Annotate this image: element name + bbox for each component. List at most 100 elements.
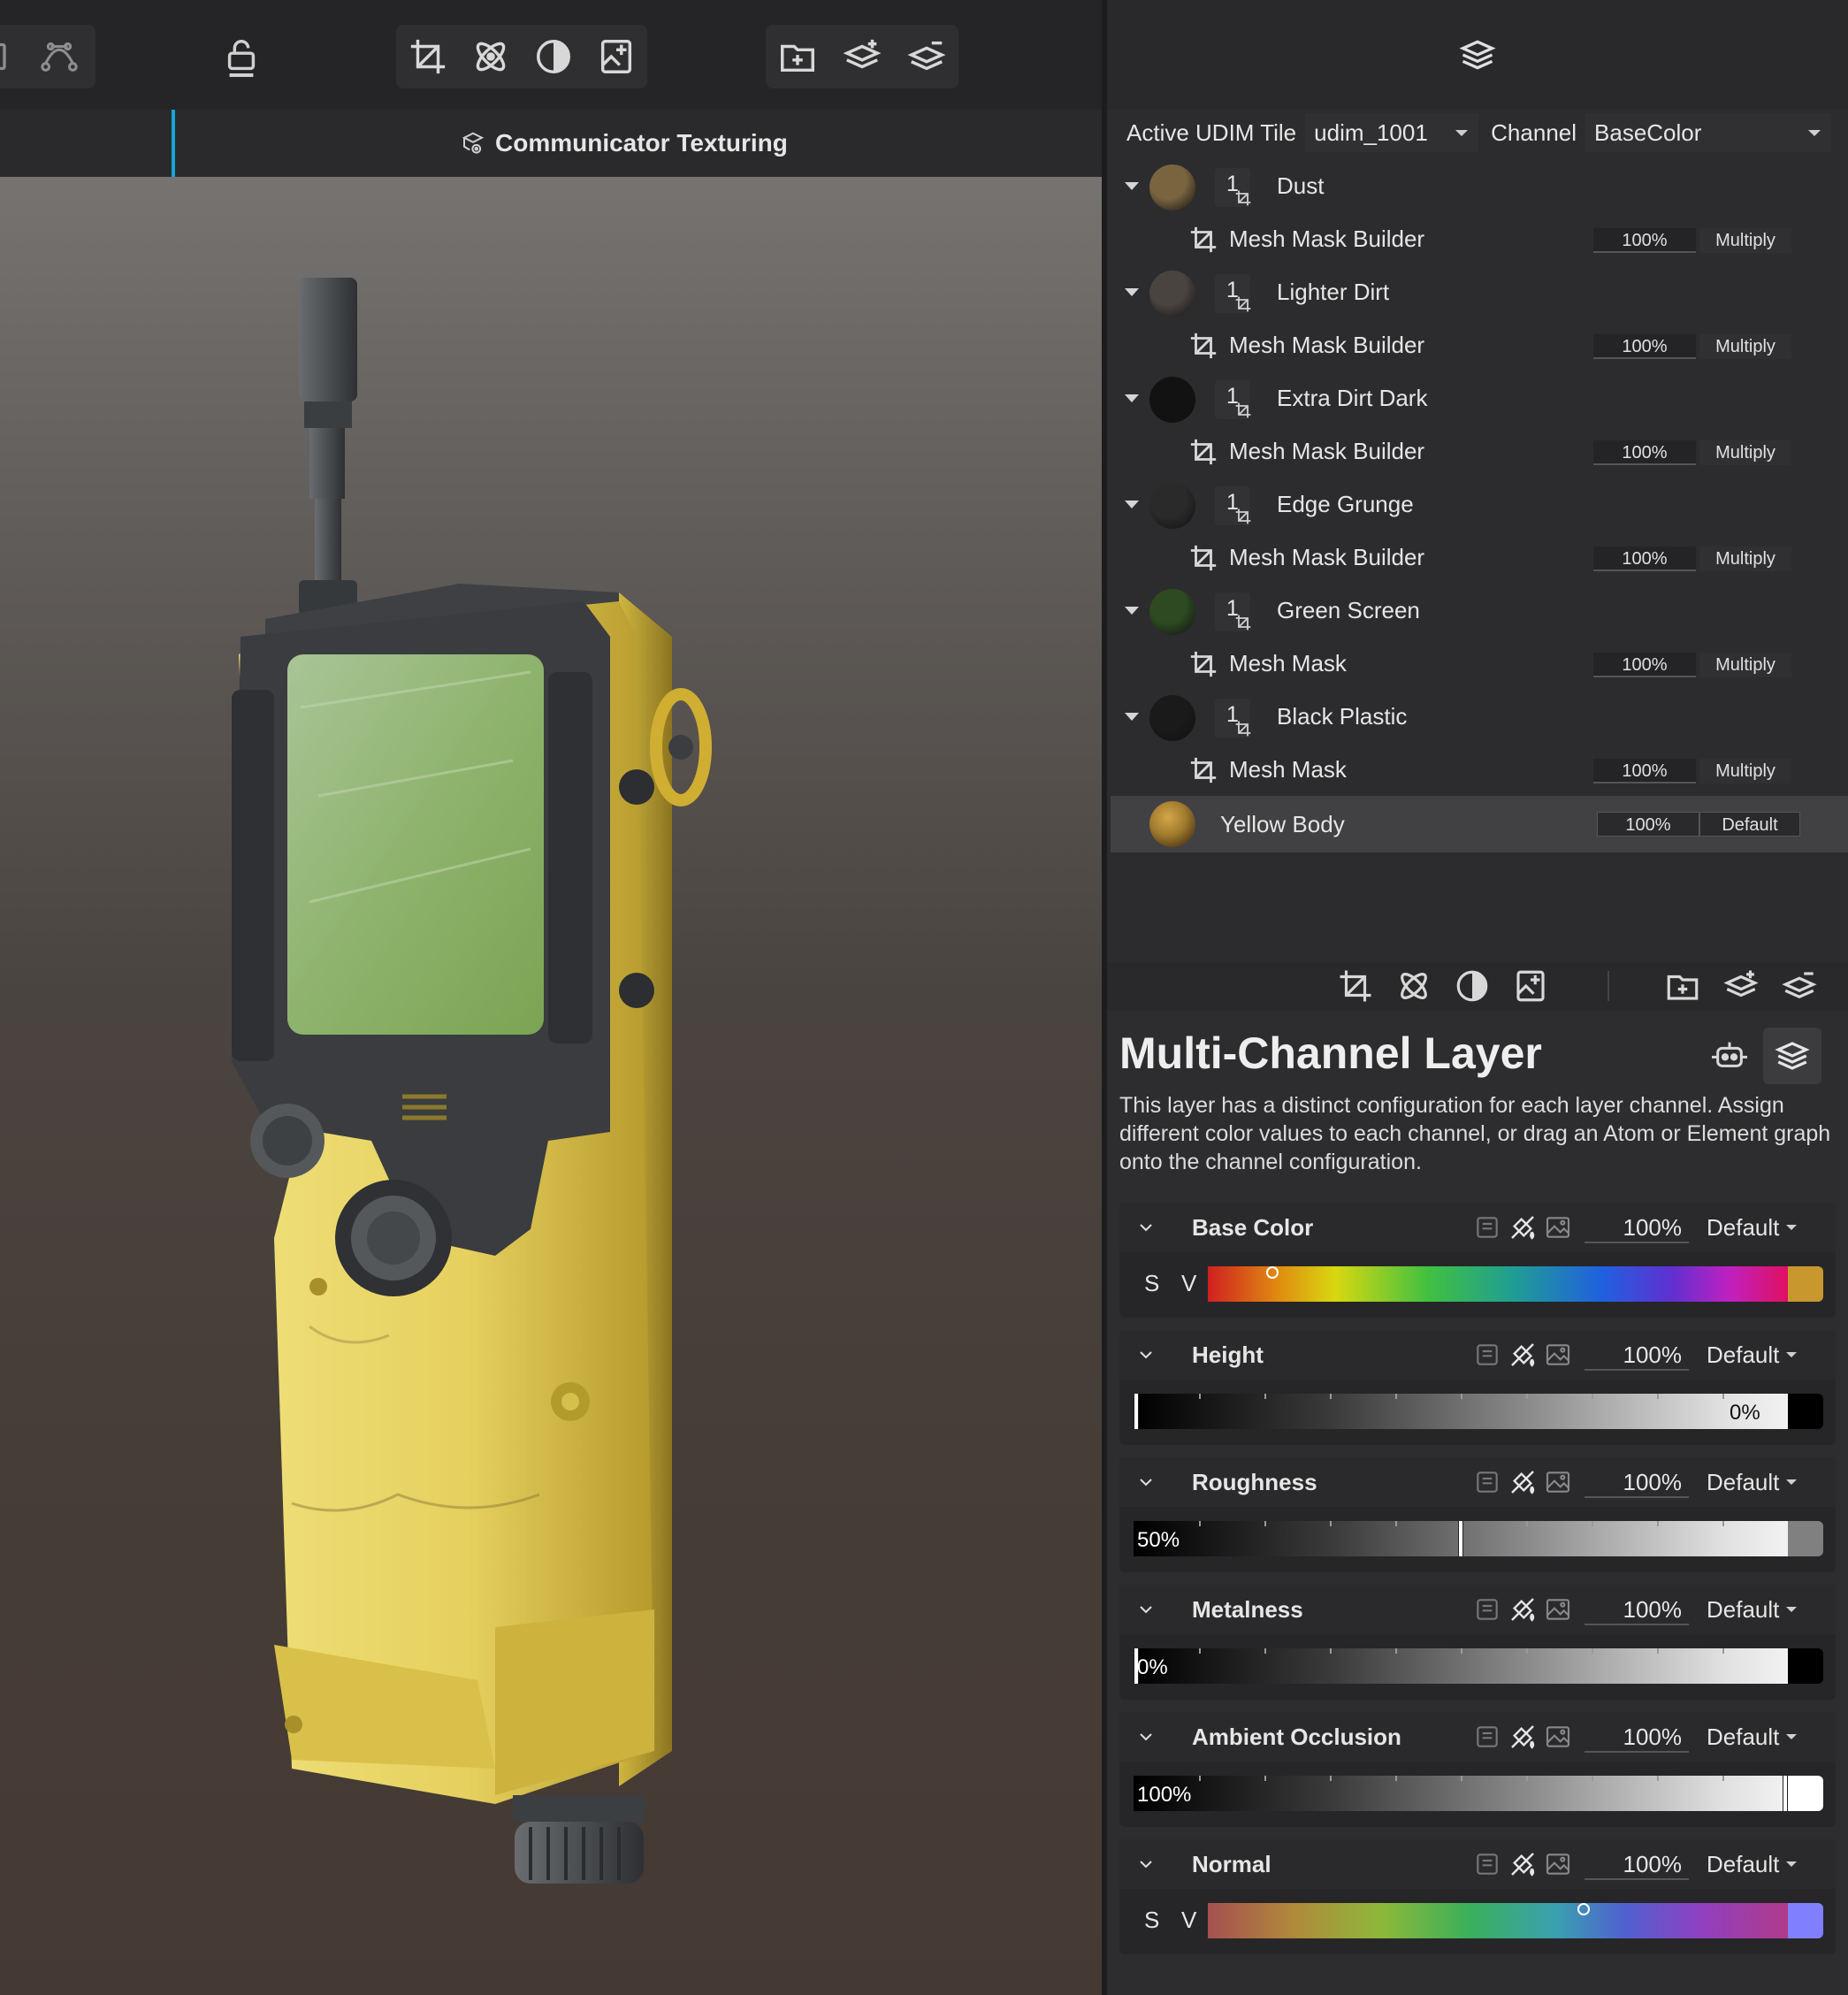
remove-layer-button[interactable]	[894, 25, 958, 88]
channel-end-swatch[interactable]	[1788, 1648, 1823, 1684]
image-icon[interactable]	[1544, 1595, 1572, 1624]
layer-row[interactable]: 1 Black Plastic	[1111, 690, 1848, 743]
layer-row-selected[interactable]: Yellow Body 100% Default	[1111, 796, 1848, 852]
chevron-down-icon[interactable]	[1139, 1220, 1153, 1234]
bake-icon[interactable]	[1473, 1595, 1501, 1624]
channel-blend-select[interactable]: Default	[1707, 1212, 1798, 1243]
chevron-down-icon[interactable]	[1139, 1730, 1153, 1744]
image-icon[interactable]	[1544, 1213, 1572, 1242]
channel-blend-select[interactable]: Default	[1707, 1466, 1798, 1498]
layer-add-icon[interactable]	[1722, 967, 1760, 1005]
chevron-down-icon[interactable]	[1139, 1475, 1153, 1489]
chevron-down-icon[interactable]	[1125, 501, 1139, 508]
channel-blend-select[interactable]: Default	[1707, 1594, 1798, 1625]
frame-tool-button[interactable]	[0, 25, 27, 88]
image-add-icon[interactable]	[1512, 967, 1549, 1005]
layer-row[interactable]: 1 Lighter Dirt	[1111, 265, 1848, 318]
channel-end-swatch[interactable]	[1788, 1776, 1823, 1811]
mask-blend-select[interactable]: Multiply	[1699, 653, 1791, 677]
mask-blend-select[interactable]: Multiply	[1699, 759, 1791, 783]
channel-blend-select[interactable]: Default	[1707, 1848, 1798, 1880]
fill-bucket-icon[interactable]	[1508, 1850, 1537, 1878]
crop-mask-icon[interactable]	[1337, 967, 1374, 1005]
mask-opacity-field[interactable]: 100%	[1593, 759, 1696, 783]
channel-blend-select[interactable]: Default	[1707, 1339, 1798, 1371]
layer-row[interactable]: 1 Green Screen	[1111, 584, 1848, 637]
channel-opacity-field[interactable]: 100%	[1585, 1594, 1689, 1625]
chevron-down-icon[interactable]	[1125, 288, 1139, 296]
chevron-down-icon[interactable]	[1125, 394, 1139, 402]
mask-blend-select[interactable]: Multiply	[1699, 228, 1791, 253]
udim-tile-select[interactable]: udim_1001	[1305, 113, 1479, 152]
add-folder-button[interactable]	[766, 25, 830, 88]
channel-value-bar[interactable]	[1134, 1776, 1788, 1811]
robot-icon[interactable]	[1708, 1036, 1751, 1072]
mask-opacity-field[interactable]: 100%	[1593, 440, 1696, 465]
layer-opacity-field[interactable]: 100%	[1597, 812, 1699, 837]
fill-bucket-icon[interactable]	[1508, 1213, 1537, 1242]
channel-opacity-field[interactable]: 100%	[1585, 1212, 1689, 1243]
channel-value-bar[interactable]	[1208, 1903, 1788, 1938]
color-picker-handle[interactable]	[1577, 1903, 1590, 1915]
folder-add-icon[interactable]	[1664, 967, 1701, 1005]
channel-opacity-field[interactable]: 100%	[1585, 1466, 1689, 1498]
bake-icon[interactable]	[1473, 1723, 1501, 1751]
bake-icon[interactable]	[1473, 1468, 1501, 1496]
fill-bucket-icon[interactable]	[1508, 1341, 1537, 1369]
image-icon[interactable]	[1544, 1341, 1572, 1369]
channel-header[interactable]: Metalness 100% Default	[1119, 1585, 1836, 1634]
channel-end-swatch[interactable]	[1788, 1266, 1823, 1302]
channel-opacity-field[interactable]: 100%	[1585, 1339, 1689, 1371]
channel-header[interactable]: Height 100% Default	[1119, 1330, 1836, 1380]
layer-row[interactable]: 1 Edge Grunge	[1111, 478, 1848, 531]
channel-select[interactable]: BaseColor	[1585, 113, 1832, 152]
layer-remove-icon[interactable]	[1781, 967, 1818, 1005]
channel-value-bar[interactable]	[1134, 1394, 1788, 1429]
layer-row[interactable]: 1 Dust	[1111, 159, 1848, 212]
channel-opacity-field[interactable]: 100%	[1585, 1848, 1689, 1880]
value-slider-handle[interactable]	[1134, 1394, 1139, 1429]
value-slider-handle[interactable]	[1458, 1521, 1463, 1556]
fill-bucket-icon[interactable]	[1508, 1468, 1537, 1496]
channel-end-swatch[interactable]	[1788, 1903, 1823, 1938]
chevron-down-icon[interactable]	[1125, 713, 1139, 721]
mask-row[interactable]: Mesh Mask Builder 100% Multiply	[1111, 424, 1848, 478]
image-icon[interactable]	[1544, 1723, 1572, 1751]
bake-icon[interactable]	[1473, 1213, 1501, 1242]
channel-value-bar[interactable]	[1134, 1521, 1788, 1556]
mask-blend-select[interactable]: Multiply	[1699, 440, 1791, 465]
mask-opacity-field[interactable]: 100%	[1593, 334, 1696, 359]
path-tool-button[interactable]	[27, 25, 92, 88]
adjustment-button[interactable]	[522, 25, 584, 88]
channel-opacity-field[interactable]: 100%	[1585, 1721, 1689, 1753]
chevron-down-icon[interactable]	[1139, 1857, 1153, 1871]
mask-builder-button[interactable]	[396, 25, 459, 88]
lock-button[interactable]	[209, 25, 274, 88]
channel-end-swatch[interactable]	[1788, 1394, 1823, 1429]
bake-icon[interactable]	[1473, 1341, 1501, 1369]
channel-header[interactable]: Normal 100% Default	[1119, 1839, 1836, 1889]
mask-row[interactable]: Mesh Mask Builder 100% Multiply	[1111, 531, 1848, 584]
channel-blend-select[interactable]: Default	[1707, 1721, 1798, 1753]
image-icon[interactable]	[1544, 1850, 1572, 1878]
mask-row[interactable]: Mesh Mask Builder 100% Multiply	[1111, 318, 1848, 371]
mask-opacity-field[interactable]: 100%	[1593, 653, 1696, 677]
mask-row[interactable]: Mesh Mask 100% Multiply	[1111, 637, 1848, 690]
atom-icon[interactable]	[1395, 967, 1432, 1005]
fill-bucket-icon[interactable]	[1508, 1595, 1537, 1624]
channel-header[interactable]: Ambient Occlusion 100% Default	[1119, 1712, 1836, 1762]
layer-row[interactable]: 1 Extra Dirt Dark	[1111, 371, 1848, 424]
contrast-icon[interactable]	[1454, 967, 1491, 1005]
chevron-down-icon[interactable]	[1125, 182, 1139, 190]
image-icon[interactable]	[1544, 1468, 1572, 1496]
channel-value-bar[interactable]	[1208, 1266, 1788, 1302]
chevron-down-icon[interactable]	[1139, 1348, 1153, 1362]
3d-viewport[interactable]	[0, 177, 1102, 1995]
layers-toggle-button[interactable]	[1763, 1028, 1821, 1084]
mask-row[interactable]: Mesh Mask Builder 100% Multiply	[1111, 212, 1848, 265]
mask-opacity-field[interactable]: 100%	[1593, 228, 1696, 253]
layer-blend-select[interactable]: Default	[1699, 812, 1800, 837]
mask-row[interactable]: Mesh Mask 100% Multiply	[1111, 743, 1848, 796]
add-layer-button[interactable]	[830, 25, 895, 88]
channel-value-bar[interactable]	[1134, 1648, 1788, 1684]
